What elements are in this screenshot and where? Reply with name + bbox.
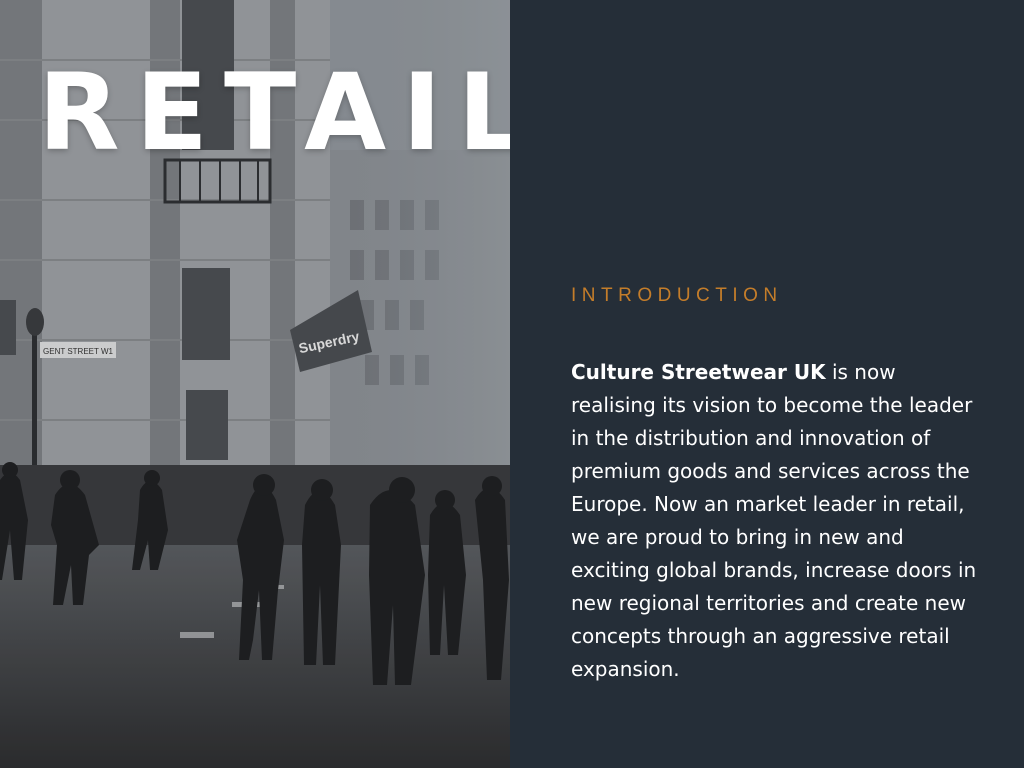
- intro-panel: INTRODUCTION Culture Streetwear UK is no…: [510, 0, 1024, 768]
- intro-body-text: is now realising its vision to become th…: [571, 360, 977, 681]
- company-name: Culture Streetwear UK: [571, 360, 826, 384]
- retail-title: RETAIL: [38, 51, 510, 174]
- intro-paragraph: Culture Streetwear UK is now realising i…: [571, 356, 981, 686]
- hero-photo: GENT STREET W1 Superdry RETAIL: [0, 0, 510, 768]
- section-heading: INTRODUCTION: [571, 285, 783, 306]
